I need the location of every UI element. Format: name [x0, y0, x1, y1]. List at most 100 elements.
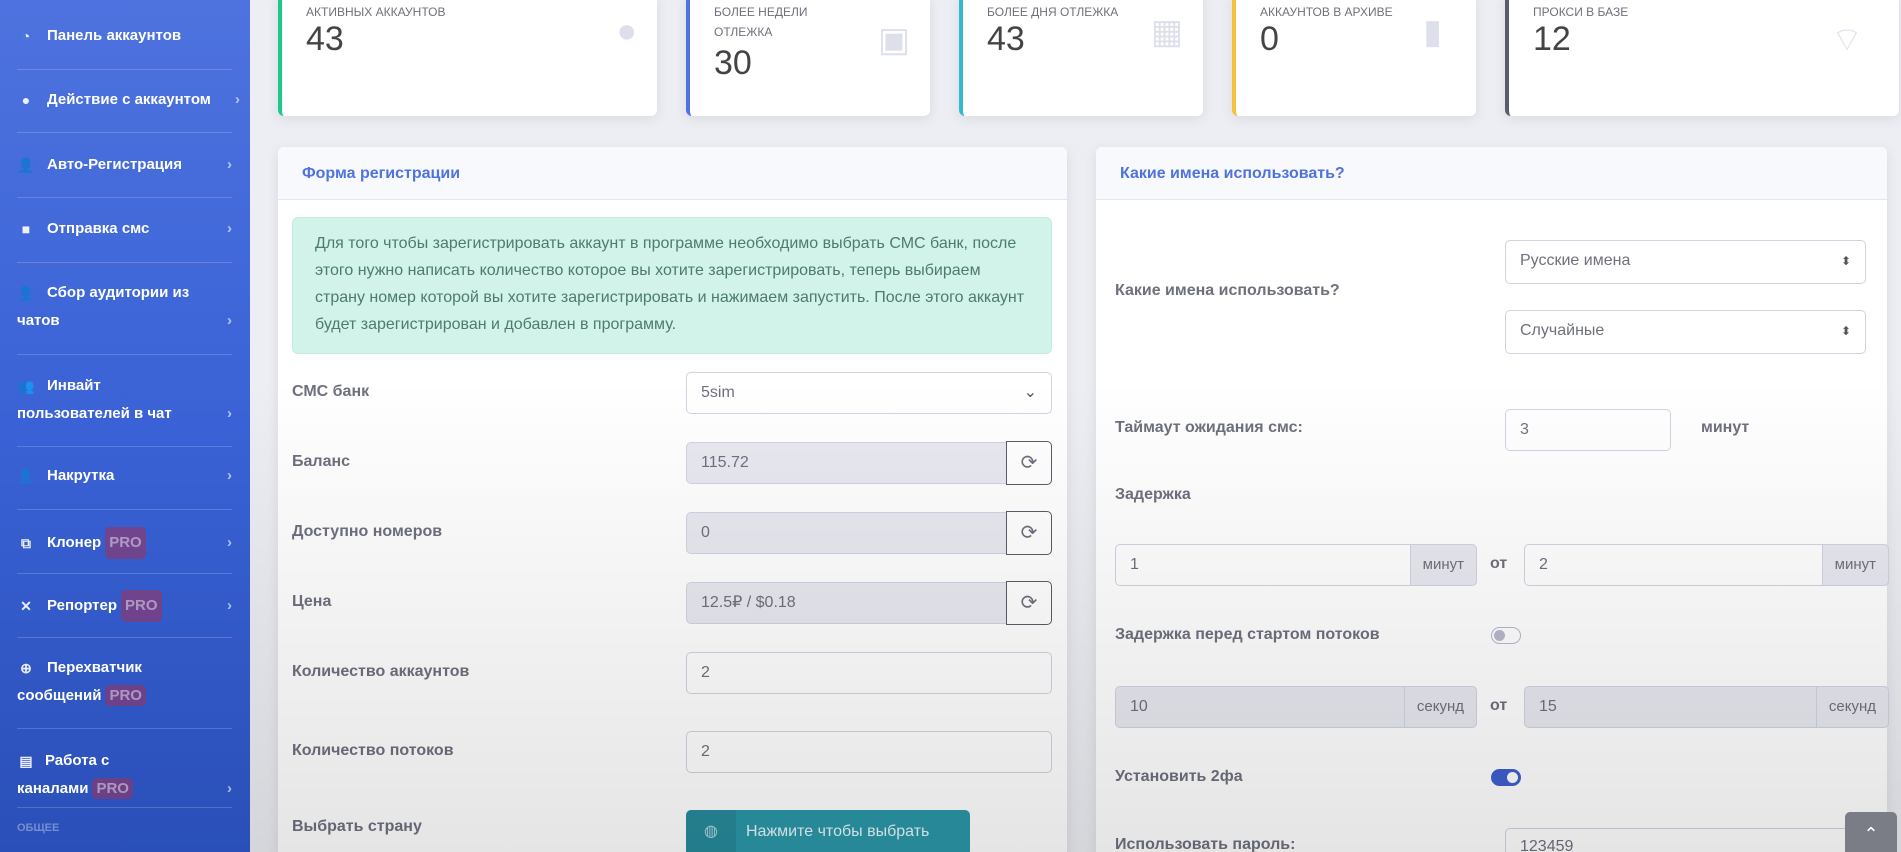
chevron-right-icon: › [227, 312, 232, 329]
sidebar-item-account-actions[interactable]: ● Действие с аккаунтом › [17, 86, 240, 114]
divider [17, 446, 232, 447]
users-icon: 👥 [17, 378, 35, 394]
price-field: 12.5₽ / $0.18 [686, 582, 1008, 624]
names-mode-select[interactable]: Случайные ⬍ [1505, 310, 1866, 354]
balance-field: 115.72 [686, 442, 1008, 484]
calendar-icon: ▦ [1150, 13, 1183, 51]
sms-timeout-input[interactable]: 3 [1505, 409, 1671, 451]
sidebar: ◔ Панель аккаунтов ● Действие с аккаунтом ›… [0, 0, 250, 852]
delay-to-input[interactable]: 2 минут [1524, 544, 1889, 586]
refresh-available-button[interactable]: ⟳ [1006, 511, 1052, 555]
thread-delay-to-input[interactable]: 15 секунд [1524, 686, 1889, 728]
password-input[interactable]: 123459 [1505, 828, 1866, 852]
wifi-icon: ⌔ [1831, 21, 1863, 59]
chevron-circle-icon: ● [21, 92, 31, 108]
stat-label: Более недели отлежка [714, 5, 808, 39]
user-plus-icon: 👤 [17, 157, 35, 173]
between-label: от [1490, 697, 1508, 714]
globe-icon: ◍ [686, 810, 736, 852]
stat-card-week: Более недели отлежка 30 ▣ [686, 0, 930, 116]
unit-addon: минут [1409, 544, 1477, 586]
list-icon: ▤ [19, 753, 33, 769]
divider [17, 807, 232, 808]
sidebar-item-interceptor[interactable]: Перехватчик сообщений PRO ⊕ [17, 654, 232, 710]
between-label: от [1490, 555, 1508, 572]
pro-badge: PRO [121, 590, 162, 622]
names-label: Какие имена использовать? [1115, 282, 1340, 299]
thread-delay-from-input[interactable]: 10 секунд [1115, 686, 1477, 728]
chevron-right-icon: › [227, 780, 232, 797]
sidebar-section-heading: ОБЩЕЕ [17, 822, 60, 834]
twofa-toggle[interactable] [1491, 769, 1521, 786]
unit-addon: секунд [1403, 686, 1477, 728]
user-gear-icon: 👤 [17, 468, 35, 484]
twofa-label: Установить 2фа [1115, 768, 1243, 785]
select-country-button[interactable]: ◍ Нажмите чтобы выбрать [686, 810, 970, 852]
user-slash-icon: ✕ [20, 598, 32, 614]
stat-value: 12 [1533, 20, 1571, 58]
stat-card-proxy: Прокси в базе 12 ⌔ [1505, 0, 1899, 116]
chevron-right-icon: › [227, 156, 232, 173]
divider [17, 262, 232, 263]
info-alert: Для того чтобы зарегистрировать аккаунт … [292, 217, 1052, 354]
stat-value: 0 [1260, 20, 1279, 58]
crosshairs-icon: ⊕ [20, 660, 32, 676]
chevron-up-icon: ⌃ [1863, 824, 1879, 844]
sidebar-item-boost[interactable]: 👤 Накрутка › [17, 462, 232, 490]
user-icon: ● [616, 12, 637, 50]
sidebar-item-audience-collect[interactable]: Сбор аудитории из чатов 👤 › [17, 279, 232, 335]
stat-label: Активных аккаунтов [306, 5, 446, 19]
stat-card-active: Активных аккаунтов 43 ● [278, 0, 657, 116]
refresh-balance-button[interactable]: ⟳ [1006, 441, 1052, 485]
accounts-count-input[interactable]: 2 [686, 652, 1052, 694]
country-label: Выбрать страну [292, 818, 422, 835]
sidebar-item-send-sms[interactable]: ■ Отправка смс › [17, 215, 232, 243]
sms-bank-label: СМС банк [292, 383, 370, 400]
stat-label: Прокси в базе [1533, 5, 1629, 19]
sidebar-item-cloner[interactable]: ⧉ Клонер PRO › [17, 527, 232, 559]
sidebar-item-invite-users[interactable]: Инвайт пользователей в чат 👥 › [17, 372, 232, 428]
unit-addon: секунд [1815, 686, 1889, 728]
sitemap-icon: ⧉ [21, 535, 31, 551]
sidebar-item-auto-registration[interactable]: 👤 Авто-Регистрация › [17, 151, 232, 179]
divider [17, 728, 232, 729]
chevron-right-icon: › [227, 405, 232, 422]
divider [17, 197, 232, 198]
thread-delay-toggle[interactable] [1491, 627, 1521, 644]
refresh-icon: ⟳ [1020, 452, 1038, 474]
user-gear-icon: 👤 [17, 285, 35, 301]
timeout-unit: минут [1701, 419, 1750, 436]
divider [17, 509, 232, 510]
tachometer-icon: ◔ [21, 28, 31, 44]
chevron-right-icon: › [227, 467, 232, 484]
delay-label: Задержка [1115, 486, 1191, 503]
refresh-icon: ⟳ [1020, 592, 1038, 614]
thread-delay-label: Задержка перед стартом потоков [1115, 626, 1380, 643]
scroll-to-top-button[interactable]: ⌃ [1845, 812, 1897, 852]
pro-badge: PRO [105, 527, 146, 559]
sidebar-item-reporter[interactable]: ✕ Репортер PRO › [17, 590, 232, 622]
sidebar-item-accounts-panel[interactable]: ◔ Панель аккаунтов [17, 22, 232, 50]
unit-addon: минут [1821, 544, 1889, 586]
divider [17, 132, 232, 133]
sort-arrows-icon: ⬍ [1840, 254, 1851, 268]
price-label: Цена [292, 593, 332, 610]
names-language-select[interactable]: Русские имена ⬍ [1505, 240, 1866, 284]
sms-bank-select[interactable]: 5sim ⌄ [686, 372, 1052, 414]
stat-card-archive: Аккаунтов в архиве 0 ▮ [1232, 0, 1476, 116]
stat-value: 43 [306, 20, 344, 58]
password-label: Использовать пароль: [1115, 836, 1296, 852]
available-field: 0 [686, 512, 1008, 554]
available-label: Доступно номеров [292, 523, 443, 540]
refresh-price-button[interactable]: ⟳ [1006, 581, 1052, 625]
panel-title: Форма регистрации [278, 147, 1067, 200]
file-archive-icon: ▮ [1423, 13, 1442, 51]
stat-value: 30 [714, 44, 752, 82]
delay-from-input[interactable]: 1 минут [1115, 544, 1477, 586]
divider [17, 573, 232, 574]
accounts-count-label: Количество аккаунтов [292, 663, 470, 680]
sidebar-item-channels[interactable]: Работа с каналами PRO ▤ › [17, 747, 232, 803]
panel-title: Какие имена использовать? [1096, 147, 1887, 200]
threads-count-input[interactable]: 2 [686, 731, 1052, 773]
comment-icon: ■ [21, 221, 31, 237]
